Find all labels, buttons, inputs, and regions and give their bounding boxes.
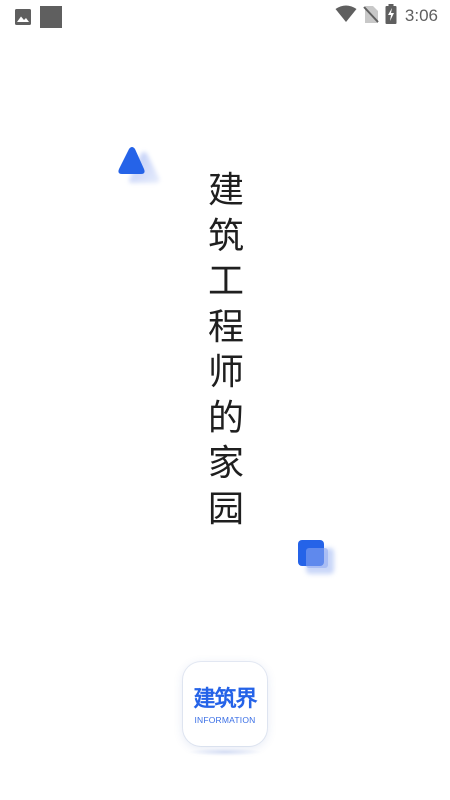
slogan-char: 筑: [207, 215, 244, 257]
decorative-square-icon: [296, 536, 340, 584]
status-bar: 3:06: [0, 0, 450, 30]
wifi-icon: [335, 5, 357, 27]
logo-subtitle: INFORMATION: [194, 715, 256, 725]
status-bar-right: 3:06: [335, 4, 438, 28]
status-bar-left: [14, 6, 62, 32]
app-square-icon: [40, 6, 62, 32]
logo-shadow: [188, 748, 262, 756]
logo-title: 建筑界: [193, 687, 257, 712]
image-icon: [14, 8, 32, 30]
slogan-char: 园: [207, 488, 244, 530]
slogan-char: 师: [207, 352, 244, 393]
decorative-triangle-icon: [114, 144, 166, 196]
slogan-char: 建: [207, 170, 244, 211]
slogan-vertical: 建 筑 工 程 师 的 家 园: [204, 168, 248, 532]
no-sim-icon: [363, 5, 379, 28]
app-logo: 建筑界 INFORMATION: [183, 662, 267, 746]
slogan-char: 的: [207, 397, 244, 439]
slogan-char: 工: [207, 261, 244, 302]
battery-charging-icon: [385, 4, 397, 28]
slogan-char: 家: [207, 443, 244, 484]
slogan-char: 程: [207, 306, 244, 348]
status-time: 3:06: [404, 6, 438, 25]
